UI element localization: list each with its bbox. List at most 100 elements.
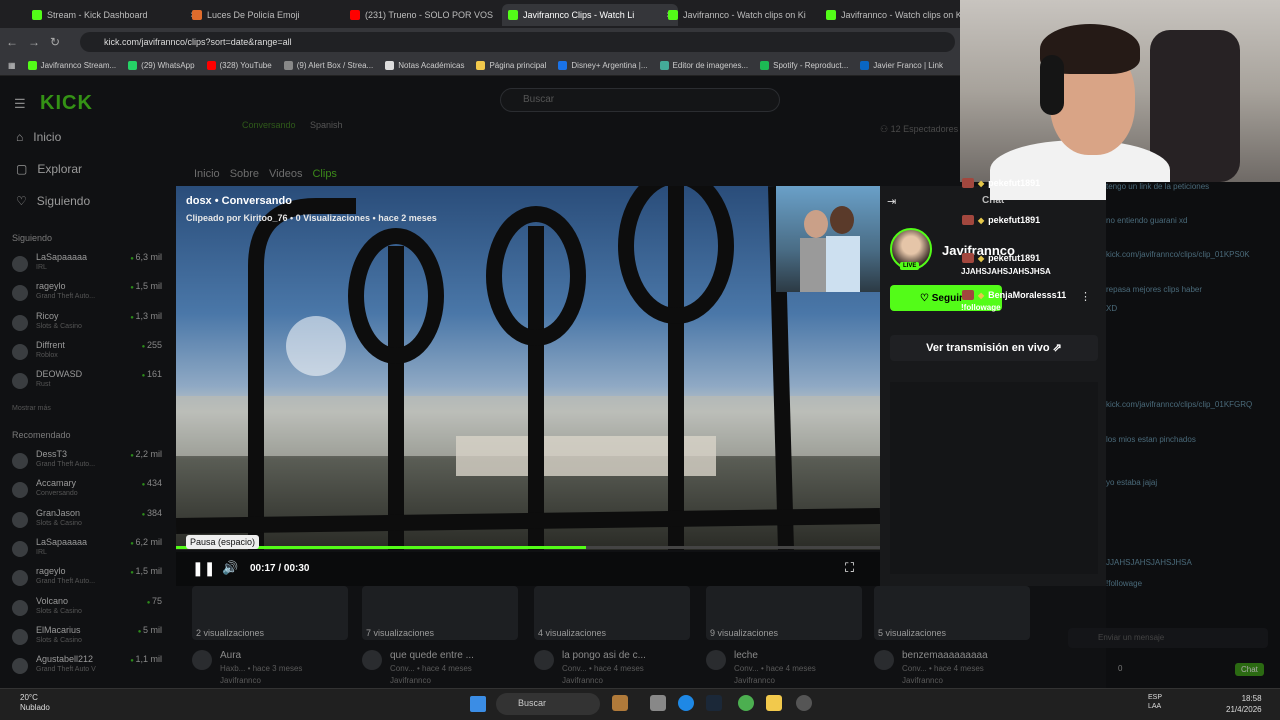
folder-icon[interactable] — [766, 695, 782, 711]
fullscreen-button[interactable]: ⛶ — [845, 560, 854, 576]
language-indicator[interactable]: ESP LAA — [1148, 693, 1162, 711]
chrome-icon[interactable] — [738, 695, 754, 711]
clip-card[interactable]: 4 visualizaciones — [534, 586, 690, 640]
bookmark-icon — [128, 61, 138, 70]
browser-tab[interactable]: Javifrannco Clips - Watch Li× — [502, 4, 678, 26]
sidebar-channel[interactable]: DessT3 Grand Theft Auto... 2,2 mil — [12, 449, 162, 477]
sidebar-channel[interactable]: rageyloGrand Theft Auto... 1,5 mil — [12, 281, 162, 309]
tab-videos[interactable]: Videos — [269, 168, 302, 180]
nav-home[interactable]: ⌂ Inicio — [16, 130, 61, 144]
sidebar-channel[interactable]: RicoySlots & Casino 1,3 mil — [12, 311, 162, 339]
reload-icon[interactable]: ↻ — [50, 35, 60, 49]
clip-card-title: benzemaaaaaaaaa — [902, 650, 988, 661]
taskbar-clock[interactable]: 18:58 21/4/2026 — [1226, 693, 1262, 715]
bookmark-icon — [760, 61, 770, 70]
bookmark-icon — [476, 61, 486, 70]
channel-tag[interactable]: Spanish — [310, 120, 343, 130]
search-input[interactable]: Buscar — [500, 88, 780, 112]
watch-live-button[interactable]: Ver transmisión en vivo ⇗ — [890, 335, 1098, 361]
clip-card[interactable]: 2 visualizaciones — [192, 586, 348, 640]
bookmark-label: (328) YouTube — [219, 61, 272, 70]
tab-clips[interactable]: Clips — [312, 168, 336, 180]
hamburger-menu-icon[interactable]: ☰ — [14, 96, 26, 112]
avatar — [12, 482, 28, 499]
overlay-username: BenjaMoralesss11 — [988, 290, 1067, 300]
back-icon[interactable]: ← — [6, 35, 18, 49]
windows-start-icon[interactable] — [470, 696, 486, 712]
bookmark[interactable]: Notas Académicas — [385, 61, 464, 70]
nav-explore[interactable]: ▢ Explorar — [16, 162, 82, 176]
external-link-icon: ⇗ — [1052, 342, 1062, 354]
channel-tag[interactable]: Conversando — [242, 120, 296, 130]
file-icon[interactable] — [650, 695, 666, 711]
sidebar-channel[interactable]: LaSapaaaaa IRL 6,3 mil — [12, 252, 162, 280]
chat-input[interactable]: Enviar un mensaje — [1068, 628, 1268, 648]
clip-card[interactable]: 7 visualizaciones — [362, 586, 518, 640]
edge-icon[interactable] — [678, 695, 694, 711]
browser-toolbar: ← → ↻ kick.com/javifrannco/clips?sort=da… — [0, 28, 960, 56]
browser-tab[interactable]: Stream - Kick Dashboard× — [26, 4, 202, 26]
forward-icon[interactable]: → — [28, 35, 40, 49]
tab-home[interactable]: Inicio — [194, 168, 220, 180]
kick-logo[interactable]: KICK — [40, 92, 93, 115]
tab-title: (231) Trueno - SOLO POR VOS — [365, 10, 494, 20]
bookmark[interactable]: Javier Franco | Link — [860, 61, 943, 70]
sidebar-channel[interactable]: LaSapaaaaaIRL 6,2 mil — [12, 537, 162, 565]
bookmark[interactable]: Editor de imagenes... — [659, 61, 748, 70]
sidebar-channel[interactable]: DiffrentRoblox 255 — [12, 340, 162, 368]
viewer-count: 434 — [142, 478, 162, 488]
video-frame-art — [176, 186, 880, 550]
bookmark[interactable]: Página principal — [476, 61, 546, 70]
collapse-chat-icon[interactable]: ⇥ — [887, 195, 896, 208]
sidebar-channel[interactable]: DEOWASDRust 161 — [12, 369, 162, 397]
clip-card[interactable]: 9 visualizaciones — [706, 586, 862, 640]
address-bar[interactable]: kick.com/javifrannco/clips?sort=date&ran… — [80, 32, 955, 52]
bookmark[interactable]: Spotify - Reproduct... — [760, 61, 848, 70]
browser-tab[interactable]: Luces De Policía Emoji× — [186, 4, 362, 26]
sidebar-channel[interactable]: GranJasonSlots & Casino 384 — [12, 508, 162, 536]
avatar — [706, 650, 726, 670]
clip-card-title: Aura — [220, 650, 242, 661]
overlay-chat-user: ◆ pekefut1891 — [962, 215, 1040, 225]
tab-title: Javifrannco - Watch clips on Ki — [683, 10, 806, 20]
nav-following[interactable]: ♡ Siguiendo — [16, 194, 90, 208]
clip-video[interactable] — [176, 186, 880, 550]
bookmark-icon — [659, 61, 669, 70]
sidebar-channel[interactable]: rageyloGrand Theft Auto... 1,5 mil — [12, 566, 162, 594]
sidebar-channel[interactable]: VolcanoSlots & Casino 75 — [12, 596, 162, 624]
browser-tab[interactable]: (231) Trueno - SOLO POR VOS× — [344, 4, 520, 26]
fullscreen-icon: ⛶ — [845, 560, 855, 575]
browser-tab[interactable]: Javifrannco - Watch clips on Ki× — [662, 4, 838, 26]
tab-about[interactable]: Sobre — [230, 168, 259, 180]
sidebar-channel[interactable]: AccamaryConversando 434 — [12, 478, 162, 506]
pause-button[interactable]: ❚❚ — [192, 560, 215, 576]
bookmark[interactable]: Disney+ Argentina |... — [558, 61, 648, 70]
channel-name: Ricoy — [36, 310, 59, 321]
more-options-icon[interactable]: ⋮ — [1080, 290, 1091, 303]
clip-card-sub: Conv... • hace 4 meses — [390, 664, 472, 673]
obs-icon[interactable] — [796, 695, 812, 711]
sidebar-channel[interactable]: Agustabell212Grand Theft Auto V 1,1 mil — [12, 654, 162, 682]
chat-message: no entiendo guarani xd — [1106, 216, 1188, 225]
apps-icon[interactable]: ▦ — [8, 61, 16, 70]
volume-button[interactable]: 🔊 — [222, 560, 238, 576]
chat-send-button[interactable]: Chat — [1235, 663, 1264, 676]
bookmark[interactable]: Javifrannco Stream... — [27, 61, 116, 70]
tab-favicon-icon — [508, 10, 518, 20]
taskbar-search[interactable]: Buscar — [496, 693, 600, 715]
weather-widget[interactable]: 20°C Nublado — [20, 693, 50, 713]
bookmark[interactable]: (29) WhatsApp — [128, 61, 195, 70]
channel-category: Grand Theft Auto... — [36, 293, 96, 301]
show-more-link[interactable]: Mostrar más — [12, 405, 51, 412]
taskbar-app-icon[interactable] — [612, 695, 628, 711]
steam-icon[interactable] — [706, 695, 722, 711]
viewer-count: 75 — [147, 596, 162, 606]
bookmark-icon — [27, 61, 37, 70]
bookmark[interactable]: (9) Alert Box / Strea... — [283, 61, 373, 70]
windows-taskbar — [0, 688, 1280, 720]
clip-card-title: la pongo asi de c... — [562, 650, 646, 661]
bookmark-label: Disney+ Argentina |... — [571, 61, 648, 70]
clip-card[interactable]: 5 visualizaciones — [874, 586, 1030, 640]
bookmark[interactable]: (328) YouTube — [206, 61, 272, 70]
sidebar-channel[interactable]: ElMacariusSlots & Casino 5 mil — [12, 625, 162, 653]
